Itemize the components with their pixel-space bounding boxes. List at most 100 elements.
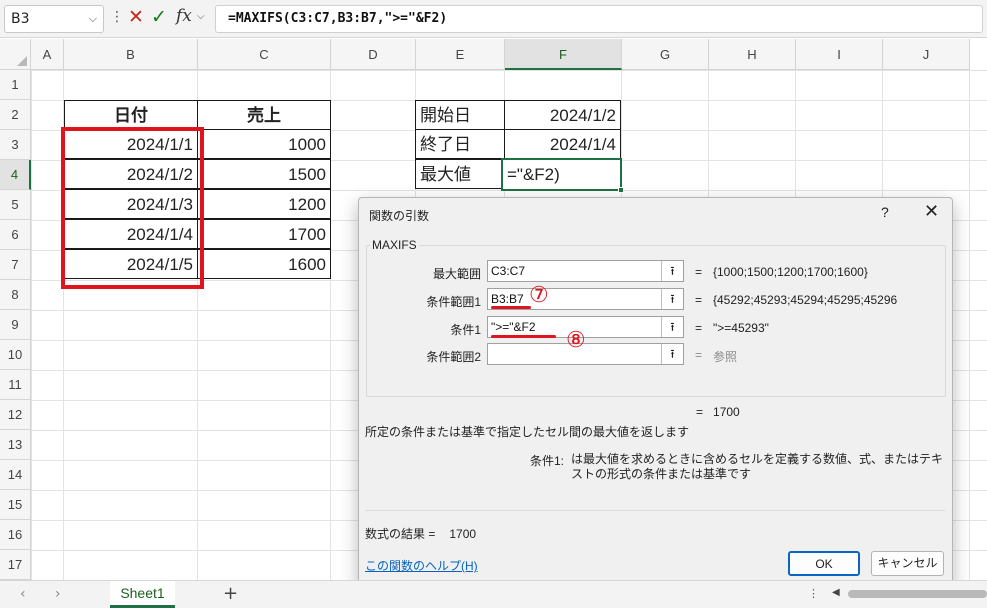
equals-sign: = bbox=[696, 405, 704, 419]
column-header-I[interactable]: I bbox=[796, 39, 883, 70]
excel-window: B3 ⌵ ⋮ ✕ ✓ fx ⌵ =MAXIFS(C3:C7,B3:B7,">="… bbox=[0, 0, 987, 608]
range-select-icon[interactable]: ⭱ bbox=[661, 317, 683, 337]
arg-result: ">=45293" bbox=[713, 321, 769, 335]
chevron-left-icon[interactable]: ‹ bbox=[20, 586, 26, 602]
end-date-value-cell[interactable]: 2024/1/4 bbox=[504, 129, 621, 159]
ok-button[interactable]: OK bbox=[788, 551, 860, 576]
column-header-D[interactable]: D bbox=[331, 39, 416, 70]
arg-input-text: ">="&F2 bbox=[491, 320, 536, 334]
row-header-15[interactable]: 15 bbox=[0, 490, 31, 520]
arg-input-max-range[interactable]: C3:C7 ⭱ bbox=[487, 260, 684, 282]
row-header-10[interactable]: 10 bbox=[0, 340, 31, 370]
row-header-12[interactable]: 12 bbox=[0, 400, 31, 430]
formula-bar: B3 ⌵ ⋮ ✕ ✓ fx ⌵ =MAXIFS(C3:C7,B3:B7,">="… bbox=[0, 0, 987, 38]
row-header-1[interactable]: 1 bbox=[0, 70, 31, 100]
function-help-link[interactable]: この関数のヘルプ(H) bbox=[365, 557, 478, 574]
chevron-right-icon[interactable]: › bbox=[55, 586, 61, 602]
formula-preview: = 1700 bbox=[696, 405, 740, 419]
row-header-16[interactable]: 16 bbox=[0, 520, 31, 550]
range-select-icon[interactable]: ⭱ bbox=[661, 261, 683, 281]
arg-label: 条件1 bbox=[450, 323, 481, 337]
sales-cell[interactable]: 1700 bbox=[197, 219, 331, 249]
row-header-8[interactable]: 8 bbox=[0, 280, 31, 310]
fill-handle[interactable] bbox=[618, 187, 624, 193]
arg-input-text: B3:B7 bbox=[491, 292, 524, 306]
cancel-button[interactable]: キャンセル bbox=[871, 551, 944, 576]
add-sheet-icon[interactable]: + bbox=[223, 583, 238, 604]
active-cell-edit-text: ="&F2) bbox=[507, 165, 560, 184]
sales-cell[interactable]: 1600 bbox=[197, 249, 331, 279]
insert-function-icon[interactable]: fx bbox=[176, 6, 192, 26]
formula-result-label: 数式の結果 = bbox=[365, 527, 436, 541]
row-header-7[interactable]: 7 bbox=[0, 250, 31, 280]
annotation-marker-7: ⑦ bbox=[529, 282, 549, 307]
column-header-E[interactable]: E bbox=[416, 39, 505, 70]
column-header-J[interactable]: J bbox=[883, 39, 970, 70]
arg-description: は最大値を求めるときに含めるセルを定義する数値、式、またはテキストの形式の条件ま… bbox=[571, 452, 944, 481]
row-header-17[interactable]: 17 bbox=[0, 550, 31, 580]
sales-cell[interactable]: 1000 bbox=[197, 129, 331, 159]
row-header-11[interactable]: 11 bbox=[0, 370, 31, 400]
function-name-label: MAXIFS bbox=[370, 238, 419, 252]
arg-result: {45292;45293;45294;45295;45296 bbox=[713, 293, 898, 307]
more-options-icon[interactable]: ⋮ bbox=[110, 9, 124, 25]
select-all-corner[interactable] bbox=[0, 39, 31, 70]
arg-label: 条件範囲1 bbox=[426, 295, 481, 309]
row-header-4[interactable]: 4 bbox=[0, 160, 31, 190]
start-date-label-cell[interactable]: 開始日 bbox=[415, 100, 505, 130]
row-header-6[interactable]: 6 bbox=[0, 220, 31, 250]
sheet-tab-sheet1[interactable]: Sheet1 bbox=[110, 581, 175, 608]
column-header-F[interactable]: F bbox=[505, 39, 622, 70]
divider bbox=[365, 510, 945, 511]
cancel-icon[interactable]: ✕ bbox=[128, 6, 144, 28]
equals-sign: = bbox=[695, 265, 703, 279]
arg-label: 最大範囲 bbox=[432, 267, 481, 281]
row-header-13[interactable]: 13 bbox=[0, 430, 31, 460]
more-options-icon[interactable]: ⋮ bbox=[808, 587, 819, 600]
chevron-down-icon[interactable]: ⌵ bbox=[197, 11, 205, 22]
column-header-C[interactable]: C bbox=[198, 39, 331, 70]
sales-cell[interactable]: 1200 bbox=[197, 189, 331, 219]
horizontal-scrollbar[interactable] bbox=[848, 590, 987, 598]
start-date-value-cell[interactable]: 2024/1/2 bbox=[504, 100, 621, 130]
row-header-2[interactable]: 2 bbox=[0, 100, 31, 130]
column-header-B[interactable]: B bbox=[64, 39, 198, 70]
formula-preview-value: 1700 bbox=[713, 405, 740, 419]
header-sales-cell[interactable]: 売上 bbox=[197, 100, 331, 130]
row-header-14[interactable]: 14 bbox=[0, 460, 31, 490]
active-cell-f4[interactable]: ="&F2) bbox=[501, 158, 624, 193]
equals-sign: = bbox=[695, 321, 703, 335]
row-header-9[interactable]: 9 bbox=[0, 310, 31, 340]
row-header-3[interactable]: 3 bbox=[0, 130, 31, 160]
equals-sign: = bbox=[695, 348, 703, 362]
column-header-H[interactable]: H bbox=[709, 39, 796, 70]
arg-desc-name: 条件1: bbox=[529, 454, 564, 468]
arg-result: {1000;1500;1200;1700;1600} bbox=[713, 265, 868, 279]
annotation-marker-8: ⑧ bbox=[566, 327, 586, 352]
close-icon[interactable]: ✕ bbox=[924, 201, 939, 222]
column-header-G[interactable]: G bbox=[622, 39, 709, 70]
arg-input-text: C3:C7 bbox=[491, 264, 526, 278]
date-range-highlight bbox=[61, 127, 204, 289]
range-select-icon[interactable]: ⭱ bbox=[661, 289, 683, 309]
arg-label: 条件範囲2 bbox=[426, 350, 481, 364]
scroll-left-icon[interactable]: ◀ bbox=[832, 587, 840, 598]
annotation-underline-7 bbox=[491, 306, 531, 309]
sales-cell[interactable]: 1500 bbox=[197, 159, 331, 189]
help-icon[interactable]: ? bbox=[881, 204, 889, 220]
row-header-5[interactable]: 5 bbox=[0, 190, 31, 220]
enter-check-icon[interactable]: ✓ bbox=[151, 6, 167, 28]
end-date-label-cell[interactable]: 終了日 bbox=[415, 129, 505, 159]
header-date-cell[interactable]: 日付 bbox=[64, 100, 198, 130]
function-arguments-dialog: 関数の引数 ? ✕ MAXIFS 最大範囲 C3:C7 ⭱ = {1000;15… bbox=[358, 197, 953, 587]
column-header-A[interactable]: A bbox=[31, 39, 64, 70]
max-value-label-cell[interactable]: 最大値 bbox=[415, 159, 505, 189]
formula-result-value: 1700 bbox=[449, 527, 477, 541]
name-box[interactable]: B3 ⌵ bbox=[4, 5, 104, 33]
range-select-icon[interactable]: ⭱ bbox=[661, 344, 683, 364]
name-box-value: B3 bbox=[11, 11, 30, 27]
formula-input[interactable]: =MAXIFS(C3:C7,B3:B7,">="&F2) bbox=[215, 5, 983, 33]
grid-line bbox=[969, 70, 970, 580]
chevron-down-icon[interactable]: ⌵ bbox=[89, 6, 97, 32]
equals-sign: = bbox=[695, 293, 703, 307]
